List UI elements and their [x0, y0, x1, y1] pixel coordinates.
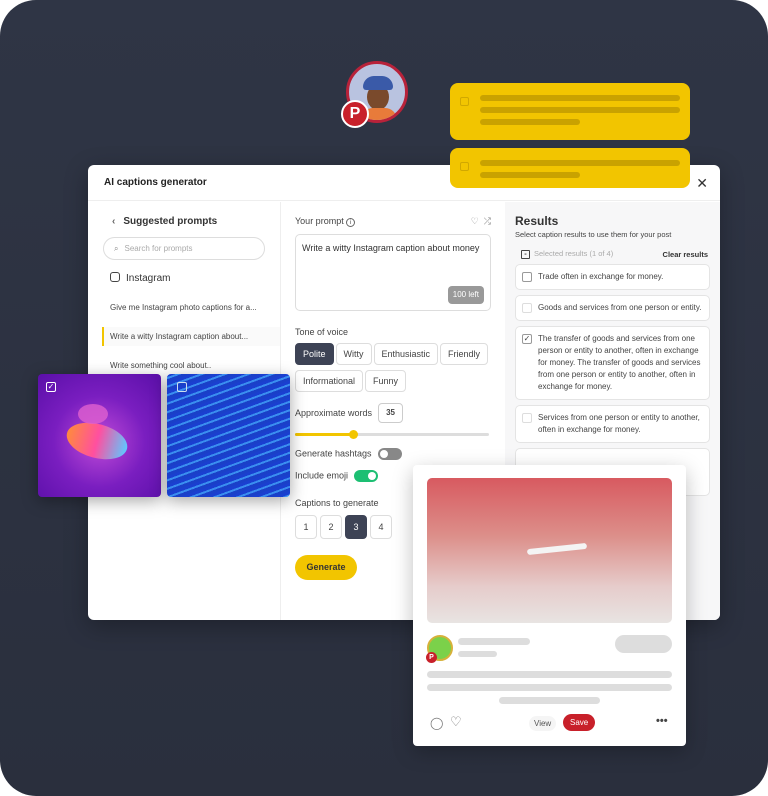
- results-title: Results: [515, 214, 559, 228]
- result-item[interactable]: Services from one person or entity to an…: [515, 405, 710, 443]
- checkbox[interactable]: [522, 413, 532, 423]
- prompt-textarea[interactable]: Write a witty Instagram caption about mo…: [295, 234, 491, 311]
- hashtags-toggle[interactable]: [377, 448, 402, 460]
- tone-witty[interactable]: Witty: [335, 343, 372, 365]
- heart-icon[interactable]: ♡: [450, 714, 462, 730]
- tone-label: Tone of voice: [295, 327, 349, 337]
- search-placeholder: Search for prompts: [124, 244, 193, 253]
- pinterest-icon: P: [426, 652, 437, 663]
- caption-card-placeholder: [450, 148, 690, 188]
- category-instagram[interactable]: Instagram: [110, 272, 280, 284]
- image-card-waves[interactable]: [167, 374, 290, 497]
- slider-handle[interactable]: [349, 430, 359, 439]
- search-icon: ⌕: [114, 243, 119, 253]
- back-button[interactable]: ‹ Suggested prompts: [88, 202, 280, 227]
- shuffle-icon[interactable]: ⤮: [484, 216, 491, 226]
- category-label: Instagram: [126, 273, 171, 284]
- checkbox[interactable]: [522, 303, 532, 313]
- generate-button[interactable]: Generate: [295, 555, 357, 580]
- prompt-item[interactable]: Give me Instagram photo captions for a..…: [88, 298, 280, 317]
- more-icon[interactable]: •••: [656, 715, 668, 727]
- count-4[interactable]: 4: [370, 515, 392, 539]
- tone-funny[interactable]: Funny: [365, 370, 407, 392]
- view-button[interactable]: View: [529, 716, 557, 731]
- hashtags-label: Generate hashtags: [295, 448, 372, 459]
- caption-card-placeholder: [450, 83, 690, 140]
- post-image-airplane: [427, 478, 672, 623]
- result-text: Services from one person or entity to an…: [538, 413, 700, 434]
- checkbox[interactable]: [522, 272, 532, 282]
- tone-options: Polite Witty Enthusiastic Friendly Informati…: [295, 343, 495, 397]
- checkbox[interactable]: [177, 382, 187, 392]
- result-item-selected[interactable]: ✓ The transfer of goods and services from…: [515, 326, 710, 400]
- results-subtitle: Select caption results to use them for y…: [515, 230, 672, 239]
- pinterest-icon: P: [341, 100, 369, 128]
- tone-polite[interactable]: Polite: [295, 343, 334, 365]
- emoji-label: Include emoji: [295, 470, 349, 481]
- prompt-item-active[interactable]: Write a witty Instagram caption about...: [102, 327, 280, 346]
- instagram-icon: [110, 272, 120, 282]
- tone-friendly[interactable]: Friendly: [440, 343, 489, 365]
- words-input[interactable]: 35: [378, 403, 404, 423]
- chevron-left-icon: ‹: [112, 216, 116, 227]
- checkbox-checked[interactable]: ✓: [46, 382, 56, 392]
- result-text: The transfer of goods and services from …: [538, 334, 701, 391]
- pinterest-post-preview: P ◯ ♡ View Save •••: [413, 465, 686, 746]
- checkbox: [460, 97, 469, 106]
- result-item[interactable]: Trade often in exchange for money.: [515, 264, 710, 290]
- airplane-icon: [526, 542, 588, 556]
- prompt-label: Your prompt: [295, 216, 344, 226]
- words-label: Approximate words: [295, 408, 373, 418]
- checkbox: [460, 162, 469, 171]
- deselect-all-checkbox[interactable]: -: [521, 250, 530, 259]
- panel-title: Suggested prompts: [123, 216, 218, 227]
- hashtags-row: Generate hashtags: [295, 448, 491, 460]
- comment-icon[interactable]: ◯: [430, 716, 443, 730]
- words-slider[interactable]: [295, 430, 489, 439]
- count-2[interactable]: 2: [320, 515, 342, 539]
- count-1[interactable]: 1: [295, 515, 317, 539]
- search-input[interactable]: ⌕ Search for prompts: [103, 237, 265, 260]
- chars-left-badge: 100 left: [447, 286, 484, 304]
- image-card-abstract[interactable]: ✓: [38, 374, 161, 497]
- prompt-item[interactable]: Write something cool about..: [88, 356, 280, 375]
- selected-count: Selected results (1 of 4): [534, 249, 614, 258]
- checkbox-checked[interactable]: ✓: [522, 334, 532, 344]
- prompt-text: Write a witty Instagram caption about mo…: [302, 243, 480, 253]
- clear-results-button[interactable]: Clear results: [663, 250, 708, 259]
- heart-icon[interactable]: ♡: [471, 216, 479, 226]
- tone-informational[interactable]: Informational: [295, 370, 364, 392]
- result-item[interactable]: Goods and services from one person or en…: [515, 295, 710, 321]
- count-3[interactable]: 3: [345, 515, 367, 539]
- result-text: Goods and services from one person or en…: [538, 303, 702, 312]
- tone-enthusiastic[interactable]: Enthusiastic: [373, 343, 439, 365]
- info-icon[interactable]: i: [346, 218, 356, 227]
- close-icon[interactable]: ✕: [696, 175, 708, 192]
- save-button[interactable]: Save: [563, 714, 596, 731]
- result-text: Trade often in exchange for money.: [538, 272, 664, 281]
- emoji-toggle[interactable]: [354, 470, 379, 482]
